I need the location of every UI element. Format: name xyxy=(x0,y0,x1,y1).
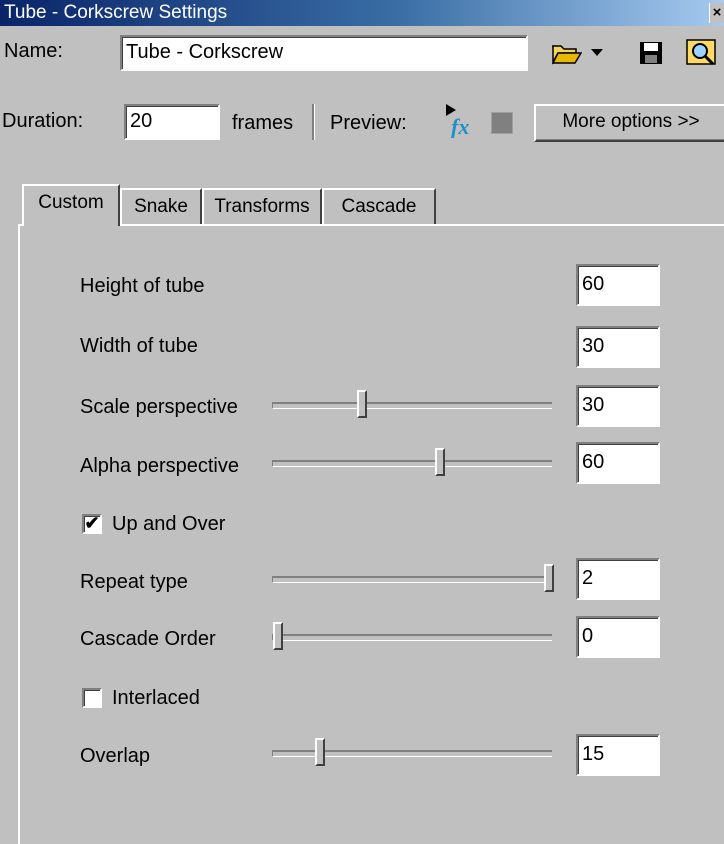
slider-track xyxy=(272,460,552,467)
slider-track xyxy=(272,402,552,409)
folder-open-icon[interactable] xyxy=(548,36,584,70)
scale-perspective-slider[interactable] xyxy=(272,386,552,422)
alpha-perspective-slider[interactable] xyxy=(272,444,552,480)
interlaced-checkbox[interactable] xyxy=(82,688,102,708)
slider-track xyxy=(272,634,552,641)
height-of-tube-label: Height of tube xyxy=(80,275,205,297)
duration-label: Duration: xyxy=(2,110,84,132)
width-of-tube-field[interactable]: 30 xyxy=(576,326,660,368)
title-bar: Tube - Corkscrew Settings × xyxy=(0,0,724,26)
alpha-perspective-field[interactable]: 60 xyxy=(576,442,660,484)
repeat-type-field[interactable]: 2 xyxy=(576,558,660,600)
overlap-slider[interactable] xyxy=(272,734,552,770)
tab-snake[interactable]: Snake xyxy=(120,188,202,224)
cascade-order-label: Cascade Order xyxy=(80,628,216,650)
cascade-order-slider[interactable] xyxy=(272,618,552,654)
slider-thumb[interactable] xyxy=(435,448,445,476)
tab-cascade[interactable]: Cascade xyxy=(322,188,436,224)
slider-thumb[interactable] xyxy=(314,738,325,766)
up-and-over-label: Up and Over xyxy=(112,513,226,535)
name-field[interactable]: Tube - Corkscrew xyxy=(120,35,528,71)
scale-perspective-field[interactable]: 30 xyxy=(576,385,660,427)
slider-thumb[interactable] xyxy=(544,564,555,592)
chevron-down-icon[interactable] xyxy=(588,40,606,66)
slider-thumb[interactable] xyxy=(356,390,367,418)
tab-transforms[interactable]: Transforms xyxy=(202,188,322,224)
repeat-type-label: Repeat type xyxy=(80,571,188,593)
scale-perspective-label: Scale perspective xyxy=(80,396,238,418)
overlap-label: Overlap xyxy=(80,745,151,767)
stop-icon[interactable] xyxy=(488,110,516,136)
magnifier-icon[interactable] xyxy=(682,36,722,70)
alpha-perspective-label: Alpha perspective xyxy=(80,455,239,477)
svg-text:fx: fx xyxy=(451,114,469,138)
duration-field[interactable]: 20 xyxy=(124,104,220,140)
separator xyxy=(312,104,315,140)
tab-custom[interactable]: Custom xyxy=(22,184,120,226)
repeat-type-slider[interactable] xyxy=(272,560,555,596)
preview-label: Preview: xyxy=(330,112,407,134)
close-icon[interactable]: × xyxy=(709,3,724,23)
width-of-tube-label: Width of tube xyxy=(80,335,198,357)
interlaced-label: Interlaced xyxy=(112,687,200,709)
name-label: Name: xyxy=(4,40,63,62)
overlap-field[interactable]: 15 xyxy=(576,734,660,776)
fx-preview-icon[interactable]: fx xyxy=(442,100,480,140)
slider-track xyxy=(272,576,552,583)
frames-label: frames xyxy=(232,112,294,134)
up-and-over-checkbox[interactable]: ✔ xyxy=(82,514,102,534)
cascade-order-field[interactable]: 0 xyxy=(576,616,660,658)
more-options-button[interactable]: More options >> xyxy=(534,104,724,142)
height-of-tube-field[interactable]: 60 xyxy=(576,264,660,306)
save-icon[interactable] xyxy=(636,38,666,68)
window-title: Tube - Corkscrew Settings xyxy=(4,2,228,23)
slider-thumb[interactable] xyxy=(272,622,283,650)
